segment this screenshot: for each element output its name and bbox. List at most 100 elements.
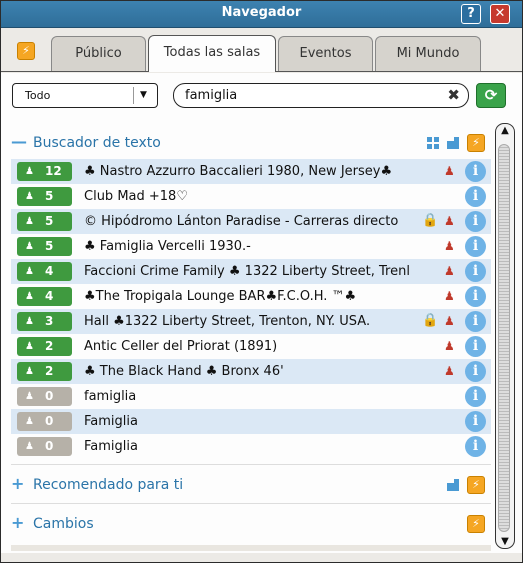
help-button[interactable]: ? [461, 4, 481, 24]
search-input[interactable]: famiglia ✖ [173, 83, 469, 108]
room-name: Club Mad +18♡ [84, 189, 188, 204]
room-row[interactable]: ♟ 5 ♣ Famiglia Vercelli 1930.- ♟ i [11, 234, 491, 259]
person-icon: ♟ [25, 241, 34, 252]
section-title-search: Buscador de texto [33, 135, 161, 151]
tab-todas-las-salas[interactable]: Todas las salas [148, 35, 276, 72]
room-name: ♣ The Black Hand ♣ Bronx 46' [84, 364, 284, 379]
group-icon: ♟ [444, 214, 455, 228]
list-view-icon[interactable] [447, 479, 459, 491]
person-icon: ♟ [25, 391, 34, 402]
person-icon: ♟ [25, 166, 34, 177]
info-icon[interactable]: i [465, 386, 486, 407]
room-row[interactable]: ♟ 4 ♣The Tropigala Lounge BAR♣F.C.O.H. ™♣… [11, 284, 491, 309]
lock-icon: 🔒 [422, 213, 439, 228]
group-icon: ♟ [444, 264, 455, 278]
room-row[interactable]: ♟ 12 ♣ Nastro Azzurro Baccalieri 1980, Ne… [11, 159, 491, 184]
bolt-icon[interactable]: ⚡ [17, 42, 35, 60]
next-section-edge [11, 545, 491, 551]
bolt-icon[interactable]: ⚡ [467, 515, 485, 533]
group-icon: ♟ [444, 289, 455, 303]
info-icon[interactable]: i [465, 236, 486, 257]
room-row[interactable]: ♟ 2 Antic Celler del Priorat (1891) ♟ i [11, 334, 491, 359]
user-count-badge: ♟ 5 [17, 237, 72, 256]
section-tools: ⚡ [427, 133, 487, 152]
info-icon[interactable]: i [465, 336, 486, 357]
info-icon[interactable]: i [465, 311, 486, 332]
tab-publico[interactable]: Público [51, 36, 146, 71]
section-title-recommended: Recomendado para ti [33, 477, 184, 493]
room-row[interactable]: ♟ 2 ♣ The Black Hand ♣ Bronx 46' ♟ i [11, 359, 491, 384]
clear-icon[interactable]: ✖ [447, 84, 460, 107]
user-count-badge: ♟ 2 [17, 362, 72, 381]
section-tools: ⚡ [447, 475, 487, 494]
room-name: Hall ♣1322 Liberty Street, Trenton, NY. … [84, 314, 371, 329]
section-tools: ⚡ [467, 514, 487, 533]
select-divider [133, 87, 134, 104]
room-row[interactable]: ♟ 0 famiglia i [11, 384, 491, 409]
user-count-badge: ♟ 5 [17, 187, 72, 206]
person-icon: ♟ [25, 216, 34, 227]
info-icon[interactable]: i [465, 186, 486, 207]
chevron-down-icon[interactable]: ▼ [140, 84, 147, 107]
filter-select-value: Todo [25, 89, 51, 102]
section-header-search[interactable]: — Buscador de texto ⚡ [11, 127, 491, 157]
person-icon: ♟ [25, 316, 34, 327]
scroll-up-icon[interactable]: ▲ [496, 125, 514, 136]
section-header-recommended[interactable]: + Recomendado para ti ⚡ [11, 469, 491, 499]
person-icon: ♟ [25, 441, 34, 452]
group-icon: ♟ [444, 239, 455, 253]
room-name: Famiglia [84, 414, 138, 429]
scroll-down-icon[interactable]: ▼ [496, 536, 514, 547]
info-icon[interactable]: i [465, 286, 486, 307]
expand-icon[interactable]: + [11, 508, 33, 538]
section-title-changes: Cambios [33, 516, 94, 532]
expand-icon[interactable]: + [11, 469, 33, 499]
info-icon[interactable]: i [465, 361, 486, 382]
grid-view-icon[interactable] [427, 137, 439, 149]
tab-mi-mundo[interactable]: Mi Mundo [375, 36, 481, 71]
collapse-icon[interactable]: — [11, 127, 33, 157]
room-row[interactable]: ♟ 5 Club Mad +18♡ i [11, 184, 491, 209]
user-count-badge: ♟ 0 [17, 437, 72, 456]
filter-bar: Todo ▼ famiglia ✖ ⟳ [1, 73, 522, 121]
bolt-icon[interactable]: ⚡ [467, 134, 485, 152]
room-row[interactable]: ♟ 0 Famiglia i [11, 409, 491, 434]
person-icon: ♟ [25, 191, 34, 202]
close-button[interactable]: ✕ [490, 4, 510, 24]
user-count-badge: ♟ 12 [17, 162, 72, 181]
tab-bar: ⚡ Público Todas las salas Eventos Mi Mun… [1, 28, 522, 72]
room-row[interactable]: ♟ 4 Faccioni Crime Family ♣ 1322 Liberty … [11, 259, 491, 284]
filter-select[interactable]: Todo ▼ [12, 83, 158, 108]
info-icon[interactable]: i [465, 211, 486, 232]
user-count-badge: ♟ 2 [17, 337, 72, 356]
room-name: ♣ Nastro Azzurro Baccalieri 1980, New Je… [84, 164, 393, 179]
group-icon: ♟ [444, 164, 455, 178]
user-count-badge: ♟ 4 [17, 262, 72, 281]
scroll-thumb[interactable] [498, 144, 510, 532]
scrollbar[interactable]: ▲ ▼ [495, 123, 515, 549]
tab-eventos[interactable]: Eventos [278, 36, 373, 71]
user-count-badge: ♟ 3 [17, 312, 72, 331]
group-icon: ♟ [444, 314, 455, 328]
window-title: Navegador [221, 5, 302, 20]
info-icon[interactable]: i [465, 261, 486, 282]
info-icon[interactable]: i [465, 161, 486, 182]
person-icon: ♟ [25, 416, 34, 427]
room-row[interactable]: ♟ 3 Hall ♣1322 Liberty Street, Trenton, N… [11, 309, 491, 334]
info-icon[interactable]: i [465, 436, 486, 457]
person-icon: ♟ [25, 366, 34, 377]
title-bar[interactable]: Navegador ? ✕ [1, 1, 522, 28]
group-icon: ♟ [444, 339, 455, 353]
section-header-changes[interactable]: + Cambios ⚡ [11, 508, 491, 538]
room-row[interactable]: ♟ 5 © Hipódromo Lánton Paradise - Carrera… [11, 209, 491, 234]
room-name: ♣ Famiglia Vercelli 1930.- [84, 239, 251, 254]
room-name: Famiglia [84, 439, 138, 454]
list-view-icon[interactable] [447, 137, 459, 149]
room-name: ♣The Tropigala Lounge BAR♣F.C.O.H. ™♣ [84, 289, 357, 304]
refresh-button[interactable]: ⟳ [476, 83, 506, 108]
room-row[interactable]: ♟ 0 Famiglia i [11, 434, 491, 459]
user-count-badge: ♟ 0 [17, 412, 72, 431]
bolt-icon[interactable]: ⚡ [467, 476, 485, 494]
user-count-badge: ♟ 5 [17, 212, 72, 231]
info-icon[interactable]: i [465, 411, 486, 432]
